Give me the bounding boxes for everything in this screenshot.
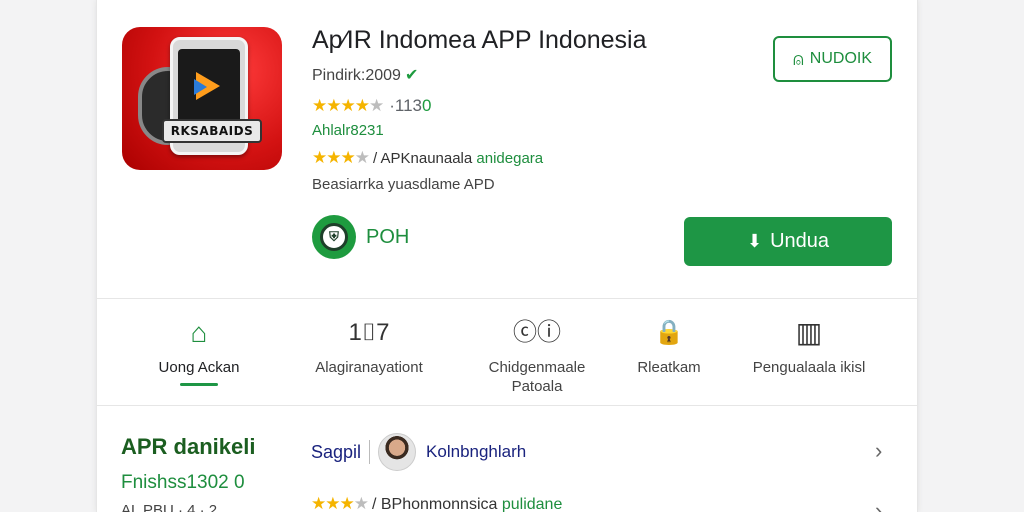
- highlight-text: Ahlalr8231: [312, 122, 384, 139]
- separator: [369, 440, 371, 464]
- divider: [97, 405, 917, 406]
- star-rating-icon: ★★★★: [312, 148, 370, 167]
- app-title: Ap⁄IR Indomea APP Indonesia: [312, 26, 647, 54]
- author-primary: Sagpil: [311, 441, 362, 462]
- rating-row: ★★★★★ ·1130: [312, 96, 431, 116]
- tab-grid[interactable]: ▥ Pengualaala ikisl: [729, 316, 889, 377]
- publisher-text: Pindirk:2009: [312, 67, 401, 84]
- outline-button-label: NUDOIK: [809, 50, 873, 67]
- developer-logo-icon: ⛨: [312, 215, 356, 259]
- ranking-icon: 1⌷7: [348, 319, 390, 346]
- chevron-right-icon[interactable]: ›: [875, 438, 882, 464]
- lock-icon: 🔒: [654, 319, 684, 346]
- tab-label: Alagiranayationt: [315, 359, 423, 376]
- rating-count: ·1130: [389, 96, 432, 115]
- active-tab-indicator: [180, 383, 218, 386]
- download-button-label: Undua: [770, 230, 830, 252]
- avatar: [378, 433, 417, 471]
- section-title: APR danikeli: [121, 434, 256, 459]
- tab-label: Rleatkam: [637, 359, 701, 376]
- play-inner-icon: [194, 79, 207, 95]
- section-meta: AL PBU · 4 · 2: [121, 502, 218, 512]
- tab-ranking[interactable]: 1⌷7 Alagiranayationt: [289, 316, 449, 377]
- sub-rating-text: / APKnaunaala anidegara: [372, 150, 544, 167]
- author-row[interactable]: Sagpil Kolnbnghlarh: [311, 432, 526, 472]
- tab-label: Pengualaala ikisl: [752, 359, 866, 376]
- star-rating-icon: ★★★★: [311, 494, 369, 512]
- grid-icon: ▥: [795, 317, 823, 348]
- outline-button[interactable]: ⍝ NUDOIK: [773, 36, 892, 82]
- home-icon: ⌂: [190, 317, 208, 348]
- divider: [97, 298, 917, 299]
- star-rating-icon: ★★★★★: [312, 96, 384, 115]
- developer-link[interactable]: ⛨ POH: [312, 215, 409, 259]
- app-description: Beasiarrka yuasdlame APD: [312, 176, 495, 193]
- download-icon: ⬇: [746, 231, 763, 251]
- tab-home[interactable]: ⌂ Uong Ackan: [119, 316, 279, 386]
- tab-label: Uong Ackan: [158, 359, 240, 376]
- section-subtitle: Fnishss1302 0: [121, 472, 245, 493]
- app-icon-badge: RKSABAIDS: [162, 119, 262, 143]
- download-button[interactable]: ⬇ Undua: [684, 217, 892, 266]
- check-icon: ✔: [404, 67, 419, 84]
- section-rating-text: / BPhonmonnsica pulidane: [371, 496, 563, 512]
- sub-rating-row: ★★★★ / APKnaunaala anidegara: [312, 148, 543, 168]
- developer-name: POH: [366, 225, 410, 248]
- app-detail-card: RKSABAIDS Ap⁄IR Indomea APP Indonesia Pi…: [96, 0, 918, 512]
- chevron-right-icon[interactable]: ›: [875, 498, 882, 512]
- section-rating-row: ★★★★ / BPhonmonnsica pulidane: [311, 494, 562, 512]
- app-icon[interactable]: RKSABAIDS: [122, 27, 282, 170]
- bookmark-icon: ⍝: [792, 48, 804, 69]
- publisher-line: Pindirk:2009 ✔: [312, 65, 418, 85]
- author-secondary: Kolnbnghlarh: [426, 442, 527, 461]
- tab-lock[interactable]: 🔒 Rleatkam: [589, 316, 749, 377]
